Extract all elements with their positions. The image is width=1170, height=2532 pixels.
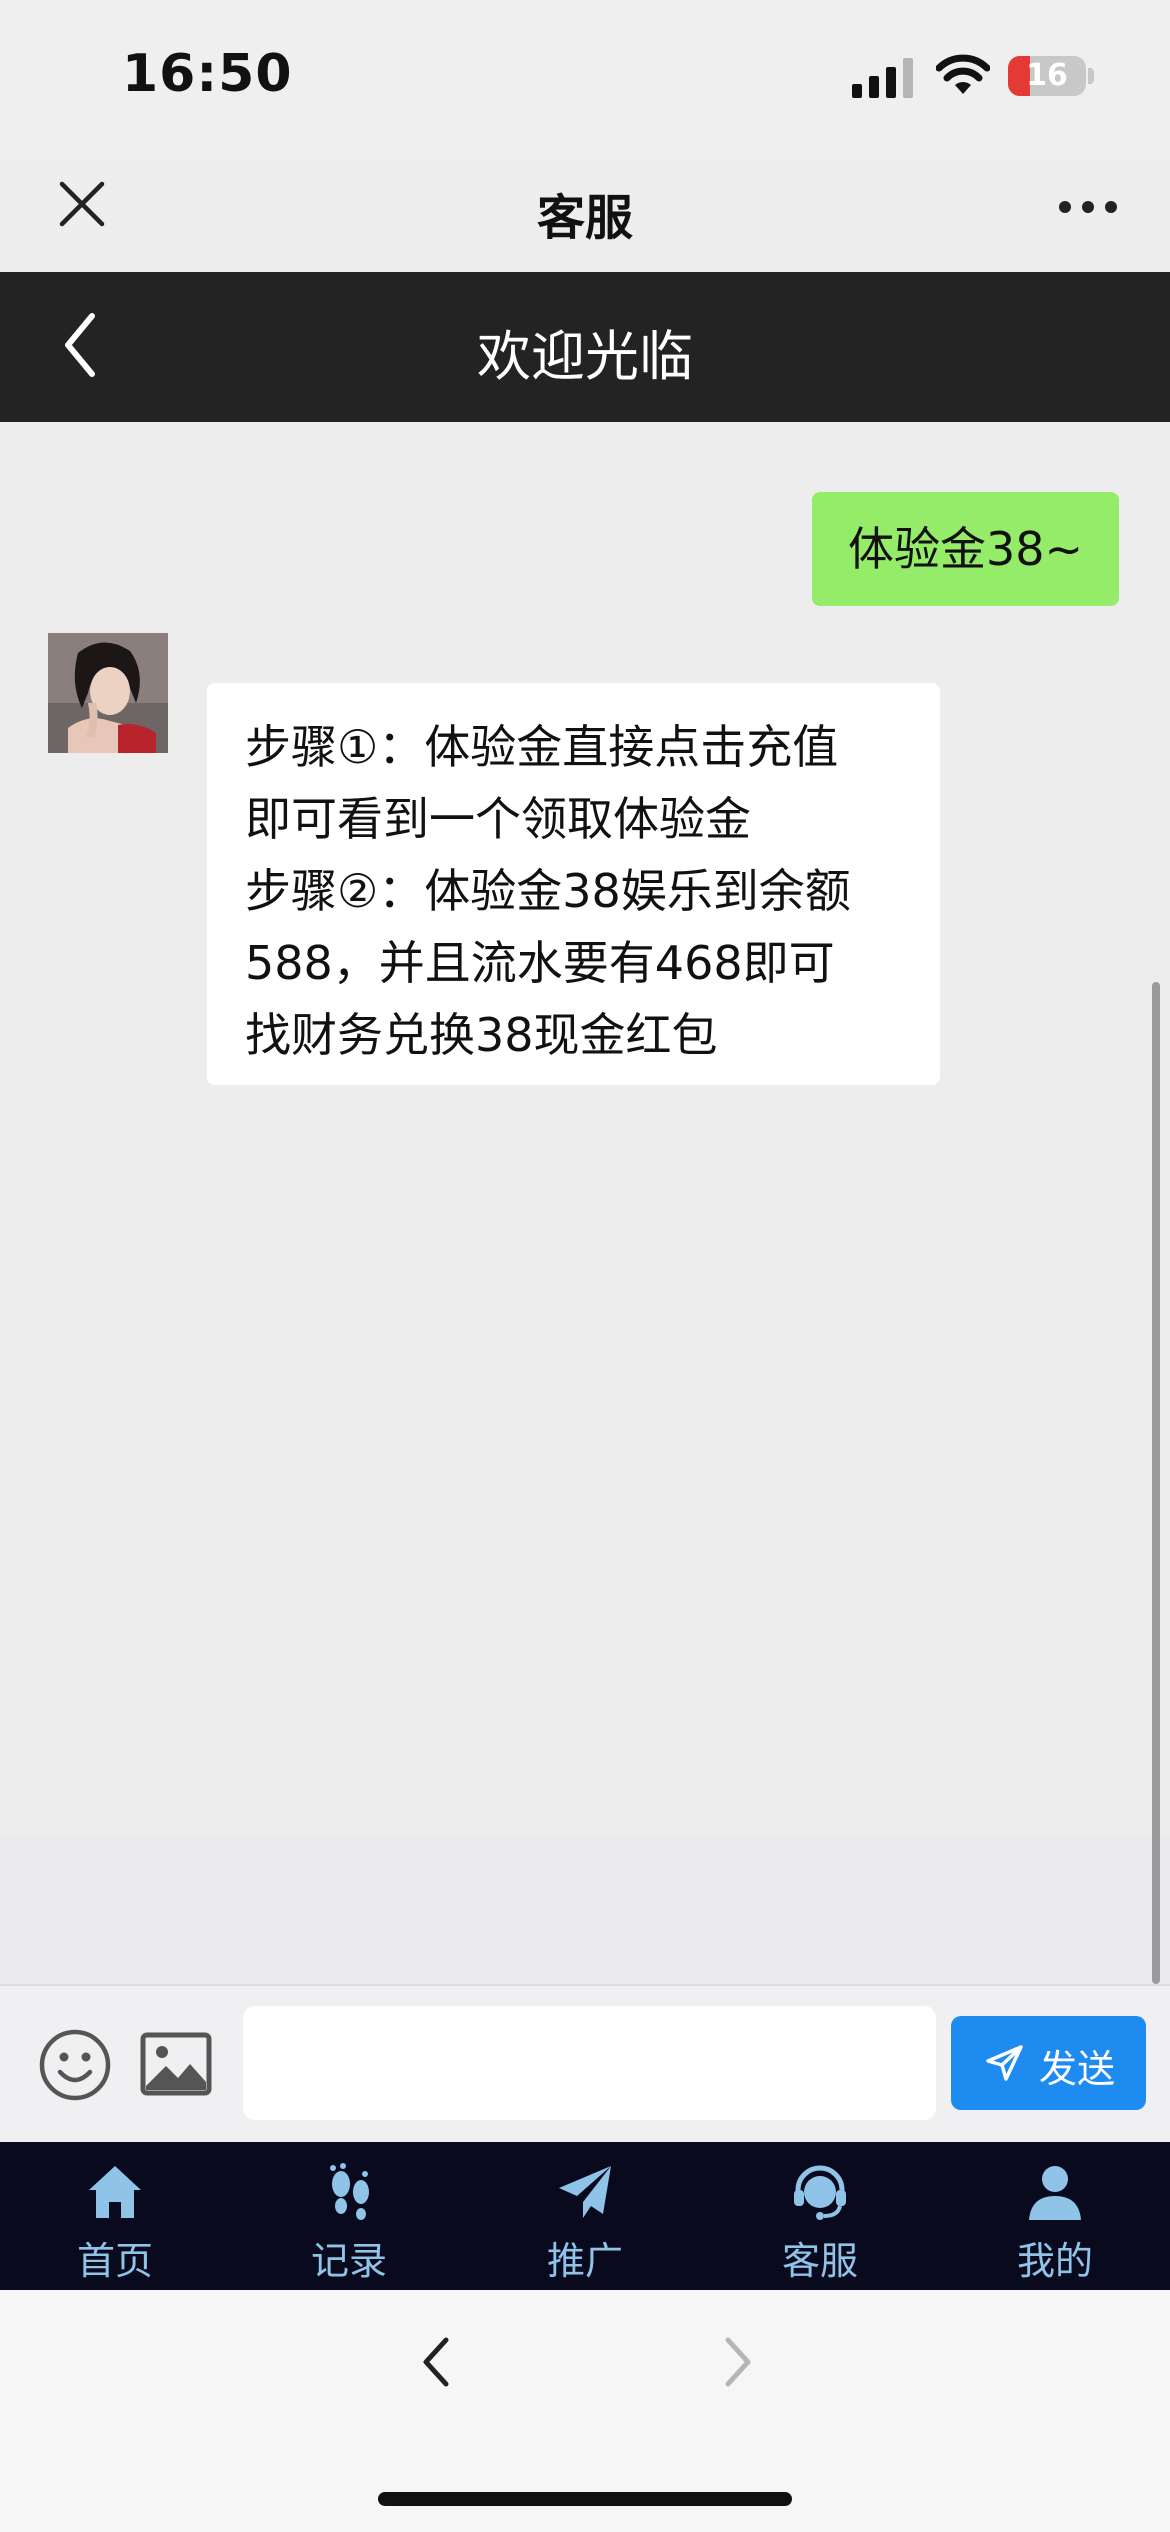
chat-header-title: 欢迎光临 [477,325,693,388]
message-line: 找财务兑换38现金红包 [245,1008,718,1062]
message-line: 步骤②：体验金38娱乐到余额 [245,864,851,918]
tab-home[interactable]: 首页 [30,2142,200,2290]
wifi-icon [936,54,990,94]
tab-records[interactable]: 记录 [264,2142,434,2290]
outgoing-message-bubble: 体验金38~ [812,492,1119,606]
message-line: 步骤①：体验金直接点击充值 [245,720,839,774]
browser-back-icon[interactable] [418,2334,454,2390]
image-icon[interactable] [140,2032,212,2096]
cellular-signal-icon [852,58,913,98]
tab-label: 首页 [76,2239,153,2283]
more-icon[interactable] [1058,200,1118,214]
home-indicator[interactable] [378,2492,792,2506]
emoji-icon[interactable] [38,2028,112,2102]
tab-service[interactable]: 客服 [735,2142,905,2290]
tab-label: 推广 [546,2239,623,2283]
paper-plane-icon [559,2166,611,2218]
headset-icon [794,2165,846,2220]
battery-level: 16 [1026,58,1068,93]
agent-avatar [48,633,168,753]
scrollbar[interactable] [1152,982,1160,1984]
chat-footer-space [0,1836,1170,1984]
message-line: 588，并且流水要有468即可 [245,936,835,990]
user-icon [1029,2166,1081,2220]
tab-label: 我的 [1016,2239,1093,2283]
send-button[interactable]: 发送 [951,2016,1146,2110]
footprint-icon [330,2163,369,2220]
status-time: 16:50 [122,44,293,104]
battery-icon: 16 [1008,56,1086,96]
incoming-message-bubble: 步骤①：体验金直接点击充值 即可看到一个领取体验金 步骤②：体验金38娱乐到余额… [207,683,940,1085]
tab-mine[interactable]: 我的 [970,2142,1140,2290]
tab-promote[interactable]: 推广 [500,2142,670,2290]
home-icon [89,2166,141,2218]
page-title: 客服 [536,190,633,246]
message-line: 即可看到一个领取体验金 [245,792,751,846]
browser-forward-icon[interactable] [720,2334,756,2390]
message-input[interactable] [243,2006,936,2120]
tab-label: 记录 [310,2239,387,2283]
chat-area [0,422,1170,1836]
send-label: 发送 [1039,2047,1116,2091]
tab-label: 客服 [781,2239,858,2283]
battery-cap [1088,68,1094,84]
send-icon [986,2045,1023,2081]
